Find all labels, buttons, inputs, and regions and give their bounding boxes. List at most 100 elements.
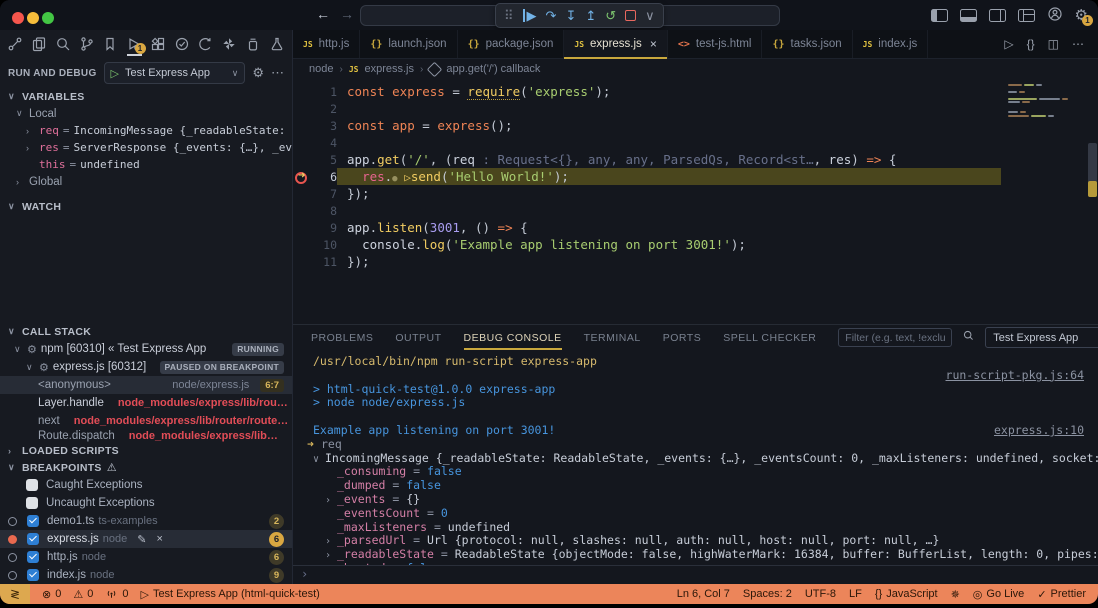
- breadcrumb-item[interactable]: app.get('/') callback: [446, 63, 540, 75]
- gutter[interactable]: [293, 100, 311, 117]
- console-line[interactable]: _maxListeners = undefined: [313, 521, 1084, 535]
- step-over-button[interactable]: ↷: [546, 9, 557, 22]
- console-line[interactable]: ➜req: [313, 438, 1084, 452]
- code-line[interactable]: 8: [293, 202, 1098, 219]
- gutter[interactable]: [293, 253, 311, 270]
- search-icon[interactable]: [54, 32, 73, 56]
- debug-session-select[interactable]: Test Express App∨: [985, 327, 1098, 348]
- toggle-panel-icon[interactable]: [960, 9, 977, 22]
- breakpoint-row[interactable]: express.jsnode✎×6: [0, 530, 292, 548]
- call-stack-row[interactable]: Route.dispatchnode_modules/express/lib…: [0, 430, 292, 442]
- stop-button[interactable]: [625, 10, 636, 21]
- variables-header[interactable]: ∨VARIABLES: [0, 88, 292, 105]
- search-icon[interactable]: [962, 329, 975, 347]
- panel-tab-terminal[interactable]: TERMINAL: [584, 332, 641, 344]
- gutter[interactable]: [293, 236, 311, 253]
- variable-row[interactable]: ›req = IncomingMessage {_readableState: …: [0, 122, 292, 139]
- checkbox[interactable]: [26, 497, 38, 509]
- toggle-sidebar-left-icon[interactable]: [931, 9, 948, 22]
- launch-config-select[interactable]: ▷ Test Express App ∨: [104, 62, 246, 84]
- toggle-sidebar-right-icon[interactable]: [989, 9, 1006, 22]
- debug-console-output[interactable]: /usr/local/bin/npm run-script express-ap…: [293, 350, 1098, 565]
- live-share-icon[interactable]: [196, 32, 215, 56]
- code-editor[interactable]: 1const express = require('express');23co…: [293, 79, 1098, 324]
- errors-indicator[interactable]: ⊗0: [42, 588, 61, 601]
- gutter[interactable]: [293, 219, 311, 236]
- console-line[interactable]: ∨IncomingMessage {_readableState: Readab…: [313, 452, 1084, 466]
- tab-launch-json[interactable]: {}launch.json: [360, 30, 457, 58]
- spell-checker-icon[interactable]: ✵: [951, 588, 960, 601]
- variable-row[interactable]: this = undefined: [0, 156, 292, 173]
- breakpoints-header[interactable]: ∨BREAKPOINTS⚠: [0, 459, 292, 476]
- routes-icon[interactable]: [6, 32, 25, 56]
- edit-breakpoint-icon[interactable]: ✎: [137, 533, 146, 546]
- code-line[interactable]: 2: [293, 100, 1098, 117]
- source-link[interactable]: express.js:10: [994, 424, 1084, 438]
- panel-tab-debug-console[interactable]: DEBUG CONSOLE: [464, 332, 562, 344]
- source-link[interactable]: run-script-pkg.js:64: [946, 369, 1084, 383]
- console-line[interactable]: _consuming = false: [313, 465, 1084, 479]
- nav-back-button[interactable]: ←: [316, 6, 330, 22]
- panel-tab-spell-checker[interactable]: SPELL CHECKER: [723, 332, 816, 344]
- console-line[interactable]: ›_events = {}: [313, 493, 1084, 507]
- nav-forward-button[interactable]: →: [340, 6, 354, 22]
- console-line[interactable]: /usr/local/bin/npm run-script express-ap…: [313, 355, 1084, 369]
- code-line[interactable]: 5app.get('/', (req : Request<{}, any, an…: [293, 151, 1098, 168]
- twisty-icon[interactable]: ›: [325, 549, 337, 563]
- checkbox[interactable]: [27, 569, 39, 581]
- paused-breakpoint-icon[interactable]: ➜: [293, 168, 311, 185]
- breakpoint-row[interactable]: http.jsnode6: [0, 548, 292, 566]
- breakpoint-row[interactable]: Uncaught Exceptions: [0, 494, 292, 512]
- scope-local[interactable]: ∨Local: [0, 105, 292, 122]
- zoom-window-button[interactable]: [42, 12, 54, 24]
- start-debug-button[interactable]: ▷: [111, 67, 119, 80]
- tab-index-js[interactable]: JSindex.js: [853, 30, 929, 58]
- console-line[interactable]: _dumped = false: [313, 479, 1084, 493]
- debug-console-input[interactable]: ›: [293, 565, 1098, 584]
- console-line[interactable]: > html-quick-test@1.0.0 express-app: [313, 383, 1084, 397]
- breakpoint-row[interactable]: index.jsnode9: [0, 566, 292, 584]
- gutter[interactable]: [293, 83, 311, 100]
- debug-settings-gear-icon[interactable]: ⚙: [252, 65, 264, 81]
- code-line[interactable]: 7});: [293, 185, 1098, 202]
- tab-package-json[interactable]: {}package.json: [458, 30, 565, 58]
- checkbox[interactable]: [27, 515, 39, 527]
- panel-tab-ports[interactable]: PORTS: [663, 332, 701, 344]
- code-line[interactable]: ➜6 res.● ▷send('Hello World!');: [293, 168, 1098, 185]
- eol[interactable]: LF: [849, 588, 862, 600]
- warnings-indicator[interactable]: ⚠0: [73, 588, 93, 601]
- encoding[interactable]: UTF-8: [805, 588, 836, 600]
- variable-row[interactable]: ›res = ServerResponse {_events: {…}, _ev…: [0, 139, 292, 156]
- panel-tab-problems[interactable]: PROBLEMS: [311, 332, 373, 344]
- close-tab-icon[interactable]: ×: [650, 37, 657, 51]
- breakpoint-row[interactable]: demo1.tsts-examples2: [0, 512, 292, 530]
- debug-session-indicator[interactable]: ▷Test Express App (html-quick-test): [140, 588, 319, 601]
- restart-button[interactable]: ↺: [605, 9, 616, 22]
- lint-icon[interactable]: [220, 32, 239, 56]
- explorer-icon[interactable]: [30, 32, 49, 56]
- run-file-button[interactable]: ▷: [1004, 37, 1013, 51]
- checkbox[interactable]: [27, 551, 39, 563]
- source-control-icon[interactable]: [77, 32, 96, 56]
- gutter[interactable]: [293, 117, 311, 134]
- close-window-button[interactable]: [12, 12, 24, 24]
- breadcrumb-item[interactable]: node: [309, 63, 333, 75]
- code-line[interactable]: 4: [293, 134, 1098, 151]
- panel-tab-output[interactable]: OUTPUT: [395, 332, 441, 344]
- prettier[interactable]: ✓Prettier: [1037, 588, 1086, 601]
- tab-express-js[interactable]: JSexpress.js×: [564, 30, 667, 58]
- go-live[interactable]: ◎Go Live: [973, 588, 1025, 601]
- console-line[interactable]: aborted = false: [313, 562, 1084, 565]
- tab-http-js[interactable]: JShttp.js: [293, 30, 360, 58]
- testing-icon[interactable]: [172, 32, 191, 56]
- split-editor-icon[interactable]: ◫: [1048, 37, 1059, 51]
- loaded-scripts-header[interactable]: ›LOADED SCRIPTS: [0, 442, 292, 459]
- remote-indicator[interactable]: ≷: [0, 584, 30, 604]
- checkbox[interactable]: [27, 533, 39, 545]
- call-stack-row[interactable]: Layer.handlenode_modules/express/lib/rou…: [0, 394, 292, 412]
- console-line[interactable]: run-script-pkg.js:64: [313, 369, 1084, 383]
- more-actions-icon[interactable]: ⋯: [1072, 37, 1084, 51]
- braces-action-icon[interactable]: {}: [1027, 37, 1035, 51]
- console-line[interactable]: ›_parsedUrl = Url {protocol: null, slash…: [313, 534, 1084, 548]
- code-line[interactable]: 9app.listen(3001, () => {: [293, 219, 1098, 236]
